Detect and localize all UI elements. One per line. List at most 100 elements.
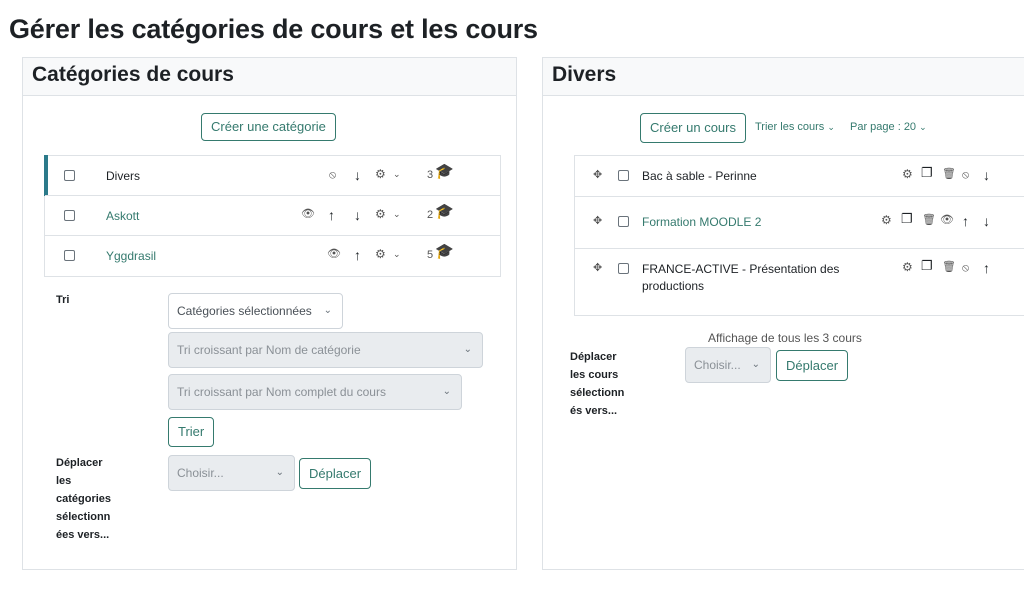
- course-name-line: productions: [642, 279, 705, 293]
- chevron-down-icon[interactable]: ⌄: [393, 248, 401, 260]
- category-checkbox[interactable]: [64, 210, 75, 221]
- category-name[interactable]: Divers: [106, 169, 140, 183]
- category-row[interactable]: Yggdrasil 👁 ↑ ⚙ ⌄ 5 🎓: [45, 235, 500, 275]
- gear-icon[interactable]: ⚙: [881, 214, 892, 226]
- move-up-icon[interactable]: ↑: [354, 248, 361, 262]
- panel-header: Catégories de cours: [23, 58, 516, 96]
- sort-by-course-name-select[interactable]: Tri croissant par Nom complet du cours ⌄: [168, 374, 462, 410]
- panel-title: Divers: [552, 63, 617, 86]
- courses-count-text: Affichage de tous les 3 cours: [708, 331, 862, 345]
- course-checkbox[interactable]: [618, 263, 629, 274]
- category-checkbox[interactable]: [64, 250, 75, 261]
- course-list: ✥ Bac à sable - Perinne ⚙ ❐ 🗑 ⦸ ↓ ✥ Form…: [574, 155, 1024, 316]
- select-value: Choisir...: [177, 466, 224, 480]
- eye-icon[interactable]: 👁: [940, 214, 954, 226]
- move-down-icon[interactable]: ↓: [354, 168, 361, 182]
- label-line: les cours: [570, 369, 619, 381]
- chevron-down-icon: ⌄: [323, 305, 332, 316]
- course-name-line: FRANCE-ACTIVE - Présentation des: [642, 262, 840, 276]
- move-categories-label: Déplacer les catégories sélectionn ées v…: [56, 454, 111, 544]
- drag-move-icon[interactable]: ✥: [593, 262, 602, 274]
- copy-icon[interactable]: ❐: [901, 212, 913, 225]
- course-name[interactable]: Formation MOODLE 2: [642, 215, 761, 229]
- course-count: 2: [427, 209, 434, 221]
- course-name[interactable]: FRANCE-ACTIVE - Présentation des product…: [642, 261, 839, 295]
- category-name[interactable]: Askott: [106, 209, 139, 223]
- sort-courses-menu[interactable]: Trier les cours ⌄: [755, 121, 835, 133]
- move-course-target-select[interactable]: Choisir... ⌄: [685, 347, 771, 383]
- sort-courses-label: Trier les cours: [755, 121, 825, 133]
- move-courses-button[interactable]: Déplacer: [776, 350, 849, 381]
- trash-icon[interactable]: 🗑: [942, 261, 956, 273]
- gear-icon[interactable]: ⚙: [375, 248, 386, 260]
- eye-icon[interactable]: 👁: [301, 208, 315, 220]
- course-row[interactable]: ✥ Bac à sable - Perinne ⚙ ❐ 🗑 ⦸ ↓: [575, 155, 1024, 196]
- trash-icon[interactable]: 🗑: [922, 214, 936, 226]
- graduation-cap-icon: 🎓: [435, 243, 454, 260]
- label-line: sélectionn: [570, 387, 625, 399]
- copy-icon[interactable]: ❐: [921, 259, 933, 272]
- gear-icon[interactable]: ⚙: [902, 261, 913, 273]
- move-up-icon[interactable]: ↑: [983, 261, 990, 275]
- label-line: Déplacer: [570, 351, 617, 363]
- chevron-down-icon: ⌄: [827, 122, 835, 132]
- gear-icon[interactable]: ⚙: [902, 168, 913, 180]
- category-row[interactable]: Askott 👁 ↑ ↓ ⚙ ⌄ 2 🎓: [45, 195, 500, 235]
- create-category-button[interactable]: Créer une catégorie: [201, 113, 336, 141]
- move-up-icon[interactable]: ↑: [962, 214, 969, 228]
- sort-label: Tri: [56, 294, 70, 306]
- course-row[interactable]: ✥ Formation MOODLE 2 ⚙ ❐ 🗑 👁 ↑ ↓: [575, 196, 1024, 248]
- select-value: Catégories sélectionnées: [177, 304, 312, 318]
- chevron-down-icon[interactable]: ⌄: [393, 208, 401, 220]
- page-title: Gérer les catégories de cours et les cou…: [9, 14, 538, 44]
- select-value: Tri croissant par Nom complet du cours: [177, 385, 386, 399]
- move-category-target-select[interactable]: Choisir... ⌄: [168, 455, 295, 491]
- drag-move-icon[interactable]: ✥: [593, 169, 602, 181]
- category-name[interactable]: Yggdrasil: [106, 249, 156, 263]
- hide-icon[interactable]: ⦸: [962, 262, 969, 274]
- course-count: 5: [427, 249, 434, 261]
- course-count: 3: [427, 169, 434, 181]
- hide-icon[interactable]: ⦸: [329, 169, 336, 181]
- move-down-icon[interactable]: ↓: [983, 168, 990, 182]
- create-course-button[interactable]: Créer un cours: [640, 113, 746, 143]
- chevron-down-icon: ⌄: [751, 359, 760, 370]
- trash-icon[interactable]: 🗑: [942, 168, 956, 180]
- label-line: és vers...: [570, 405, 618, 417]
- move-down-icon[interactable]: ↓: [354, 208, 361, 222]
- sort-button[interactable]: Trier: [168, 417, 215, 447]
- category-checkbox[interactable]: [64, 170, 75, 181]
- course-name[interactable]: Bac à sable - Perinne: [642, 169, 757, 183]
- label-line: catégories: [56, 493, 112, 505]
- gear-icon[interactable]: ⚙: [375, 168, 386, 180]
- move-down-icon[interactable]: ↓: [983, 214, 990, 228]
- hide-icon[interactable]: ⦸: [962, 169, 969, 181]
- copy-icon[interactable]: ❐: [921, 166, 933, 179]
- sort-category-select[interactable]: Catégories sélectionnées ⌄: [168, 293, 343, 329]
- course-checkbox[interactable]: [618, 170, 629, 181]
- drag-move-icon[interactable]: ✥: [593, 215, 602, 227]
- per-page-label: Par page : 20: [850, 121, 917, 133]
- graduation-cap-icon: 🎓: [435, 163, 454, 180]
- sort-by-category-name-select[interactable]: Tri croissant par Nom de catégorie ⌄: [168, 332, 483, 368]
- course-checkbox[interactable]: [618, 216, 629, 227]
- label-line: les: [56, 475, 72, 487]
- select-value: Choisir...: [694, 358, 741, 372]
- chevron-down-icon: ⌄: [919, 122, 927, 132]
- graduation-cap-icon: 🎓: [435, 203, 454, 220]
- label-line: sélectionn: [56, 511, 111, 523]
- course-categories-panel: Catégories de cours Créer une catégorie …: [22, 57, 517, 570]
- category-row[interactable]: Divers ⦸ ↓ ⚙ ⌄ 3 🎓: [44, 155, 500, 196]
- move-up-icon[interactable]: ↑: [328, 208, 335, 222]
- active-indicator: [44, 155, 48, 196]
- category-list: Divers ⦸ ↓ ⚙ ⌄ 3 🎓 Askott 👁 ↑ ↓ ⚙ ⌄ 2 🎓 …: [44, 155, 501, 277]
- chevron-down-icon: ⌄: [442, 386, 451, 397]
- gear-icon[interactable]: ⚙: [375, 208, 386, 220]
- eye-icon[interactable]: 👁: [327, 248, 341, 260]
- chevron-down-icon: ⌄: [275, 467, 284, 478]
- chevron-down-icon: ⌄: [463, 344, 472, 355]
- move-categories-button[interactable]: Déplacer: [299, 458, 372, 489]
- course-row[interactable]: ✥ FRANCE-ACTIVE - Présentation des produ…: [575, 248, 1024, 314]
- per-page-menu[interactable]: Par page : 20 ⌄: [850, 121, 927, 133]
- chevron-down-icon[interactable]: ⌄: [393, 168, 401, 180]
